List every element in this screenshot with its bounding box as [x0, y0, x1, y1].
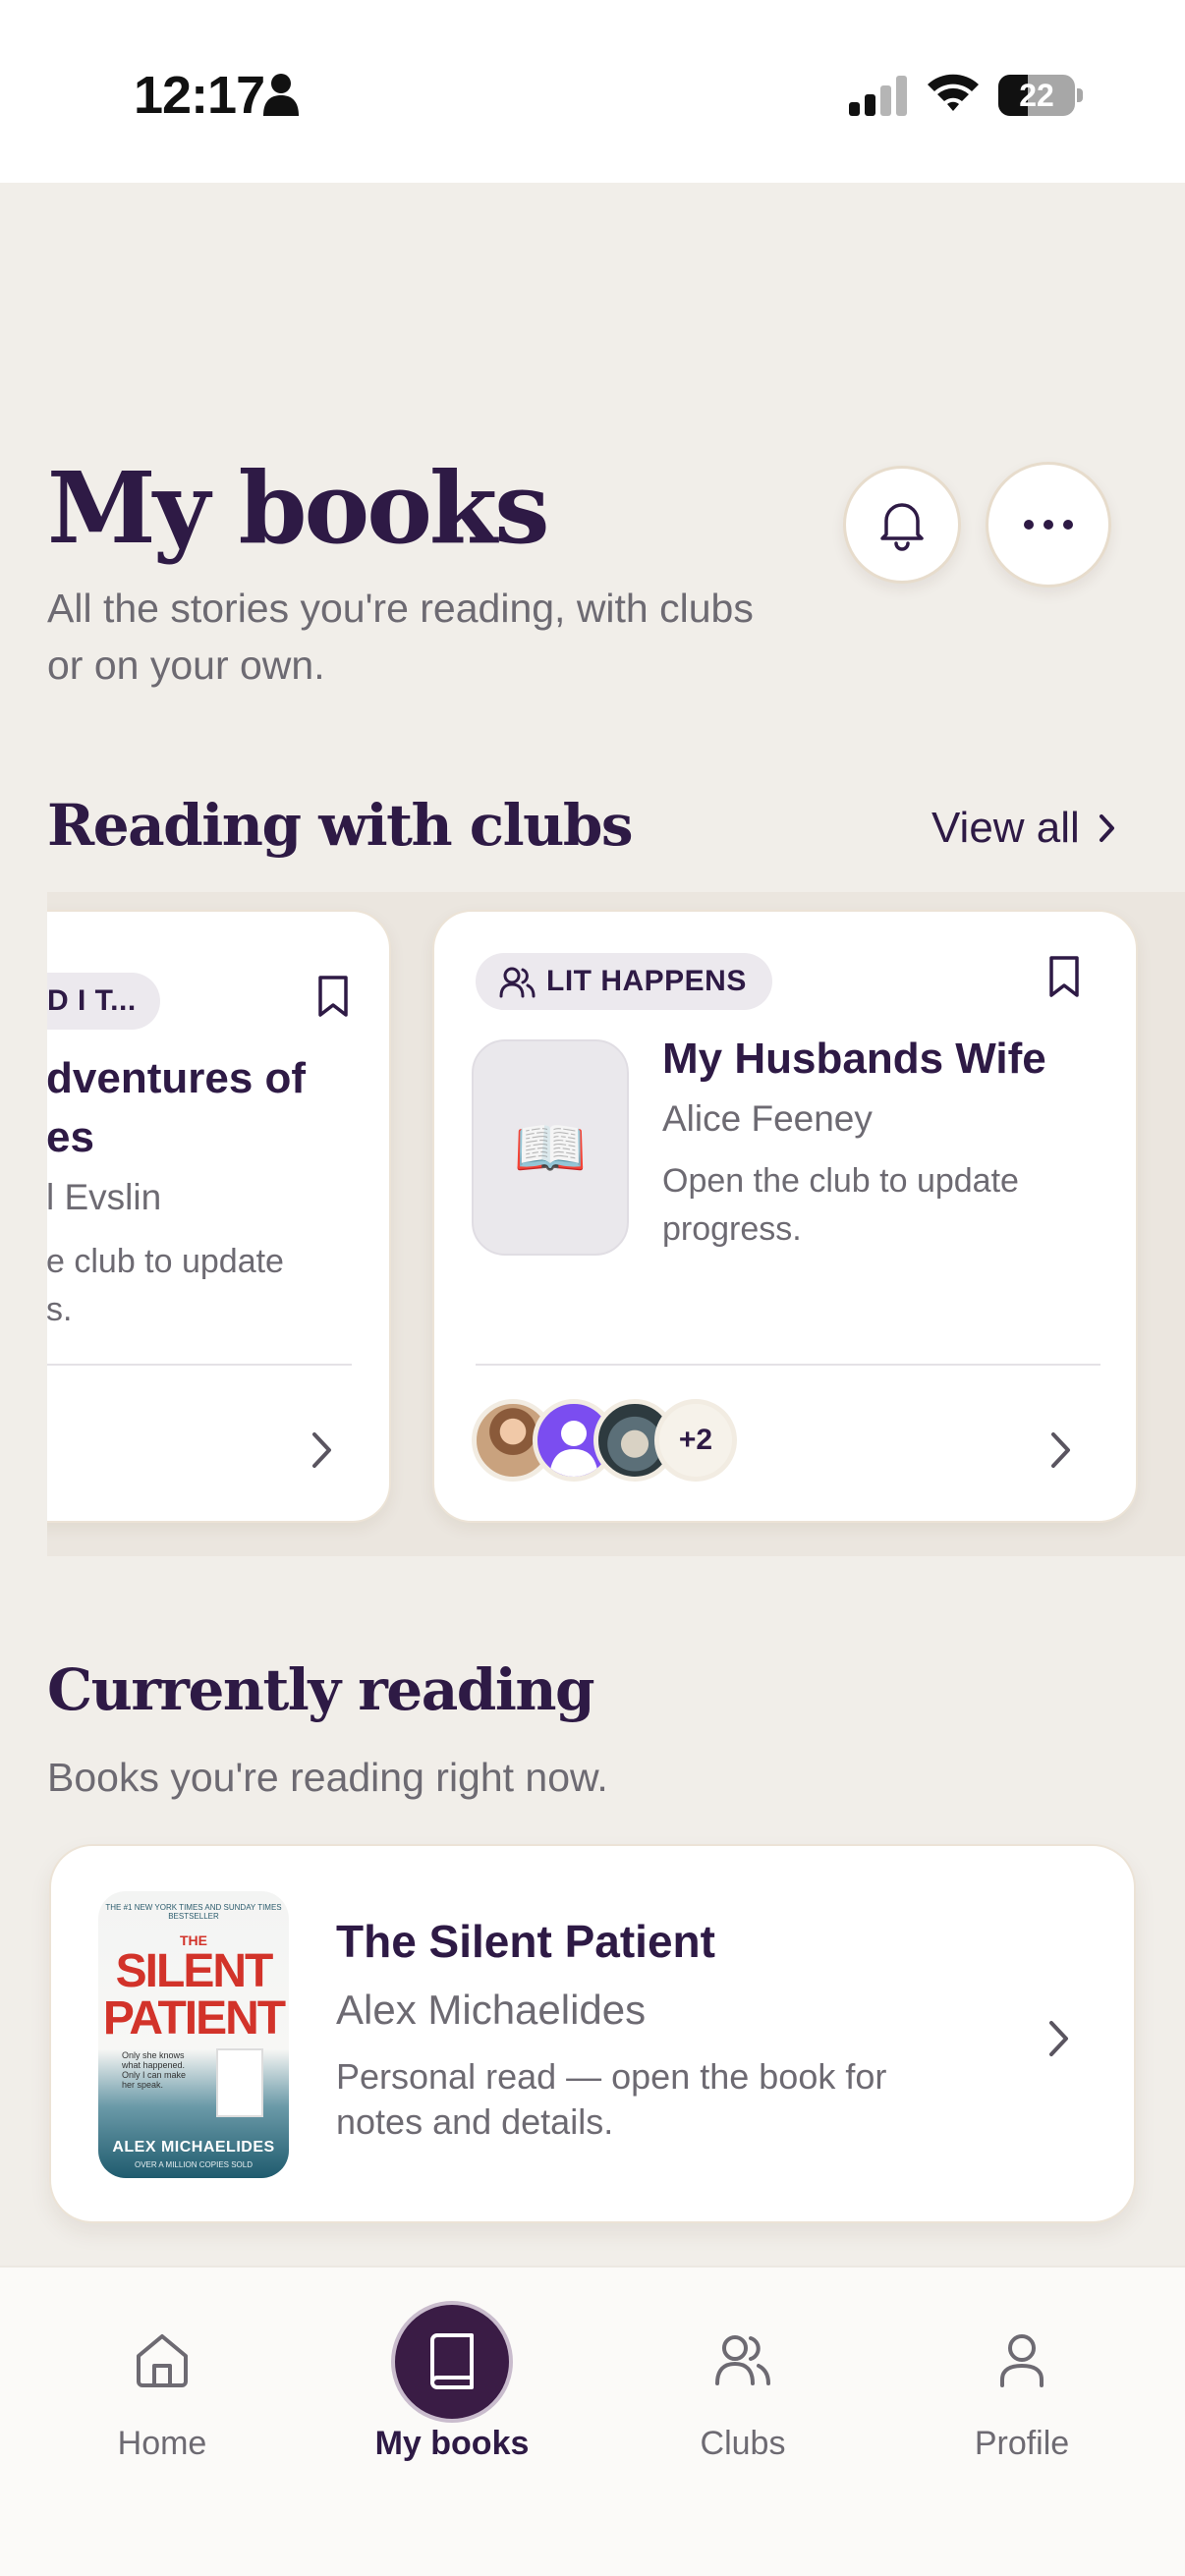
bookmark-icon[interactable] [1047, 955, 1081, 998]
book-icon: 📖 [513, 1114, 588, 1181]
users-icon [715, 2335, 770, 2385]
battery-level: 22 [1019, 78, 1054, 113]
more-icon [1024, 520, 1073, 530]
signal-icon [849, 76, 907, 116]
clubs-carousel[interactable]: D I T... dventures of es l Evslin e club… [47, 892, 1185, 1556]
book-cover: THE #1 NEW YORK TIMES AND SUNDAY TIMES B… [98, 1891, 289, 2178]
view-all-label: View all [931, 804, 1080, 852]
notifications-button[interactable] [843, 466, 961, 584]
nav-item-profile[interactable]: Profile [904, 2268, 1140, 2503]
book-title-line2: es [47, 1113, 94, 1161]
bell-icon [880, 503, 924, 551]
nav-item-my-books[interactable]: My books [334, 2268, 570, 2503]
book-author: l Evslin [47, 1177, 162, 1217]
club-book-card[interactable]: D I T... dventures of es l Evslin e club… [47, 910, 391, 1523]
view-all-link[interactable]: View all [931, 804, 1117, 853]
battery-icon: 22 [998, 75, 1083, 116]
divider [47, 1364, 352, 1366]
book-cover-placeholder: 📖 [472, 1039, 629, 1256]
nav-item-home[interactable]: Home [44, 2268, 280, 2503]
book-title: dventures of [47, 1054, 307, 1102]
bookmark-icon[interactable] [316, 975, 350, 1018]
page-subtitle: All the stories you're reading, with clu… [47, 586, 754, 688]
nav-label: Clubs [700, 2425, 786, 2462]
current-book-card[interactable]: THE #1 NEW YORK TIMES AND SUNDAY TIMES B… [49, 1844, 1136, 2223]
club-book-card[interactable]: LIT HAPPENS 📖 My Husbands Wife Alice Fee… [432, 910, 1138, 1523]
chevron-right-icon [1099, 814, 1114, 842]
club-name: LIT HAPPENS [546, 965, 747, 997]
club-tag: D I T... [47, 973, 160, 1030]
clubs-section-title: Reading with clubs [47, 792, 634, 859]
chevron-right-icon[interactable] [1049, 1430, 1073, 1470]
currently-reading-subtitle: Books you're reading right now. [47, 1755, 608, 1800]
book-icon [430, 2333, 474, 2389]
chevron-right-icon[interactable] [310, 1430, 334, 1470]
chevron-right-icon[interactable] [1047, 2019, 1071, 2058]
book-author: Alice Feeney [662, 1098, 873, 1139]
bottom-nav: Home My books Clubs Profile [0, 2266, 1185, 2576]
user-icon [1000, 2334, 1044, 2387]
more-options-button[interactable] [986, 462, 1111, 588]
currently-reading-title: Currently reading [47, 1656, 595, 1723]
nav-label: Home [117, 2425, 207, 2462]
more-members-badge: +2 [654, 1399, 737, 1482]
divider [476, 1364, 1100, 1366]
book-author: Alex Michaelides [336, 1987, 647, 2033]
member-avatars[interactable]: +2 [472, 1399, 766, 1485]
users-icon [499, 967, 536, 998]
book-note: Personal read — open the book for notes … [336, 2056, 887, 2142]
book-title: The Silent Patient [336, 1916, 715, 1967]
book-note: e club to update [47, 1243, 284, 1280]
nav-active-indicator [391, 2301, 513, 2423]
nav-item-clubs[interactable]: Clubs [625, 2268, 861, 2503]
status-time: 12:17 [134, 66, 265, 125]
club-tag: LIT HAPPENS [476, 953, 772, 1010]
book-note: Open the club to update progress. [662, 1162, 1019, 1248]
wifi-icon [928, 74, 979, 111]
page-title: My books [47, 450, 550, 566]
home-icon [137, 2334, 188, 2387]
book-title: My Husbands Wife [662, 1035, 1046, 1083]
nav-label: Profile [974, 2425, 1070, 2462]
status-bar: 12:17 22 [0, 0, 1185, 183]
book-note-line2: s. [47, 1291, 73, 1328]
nav-label: My books [374, 2425, 530, 2462]
person-icon [263, 74, 299, 116]
